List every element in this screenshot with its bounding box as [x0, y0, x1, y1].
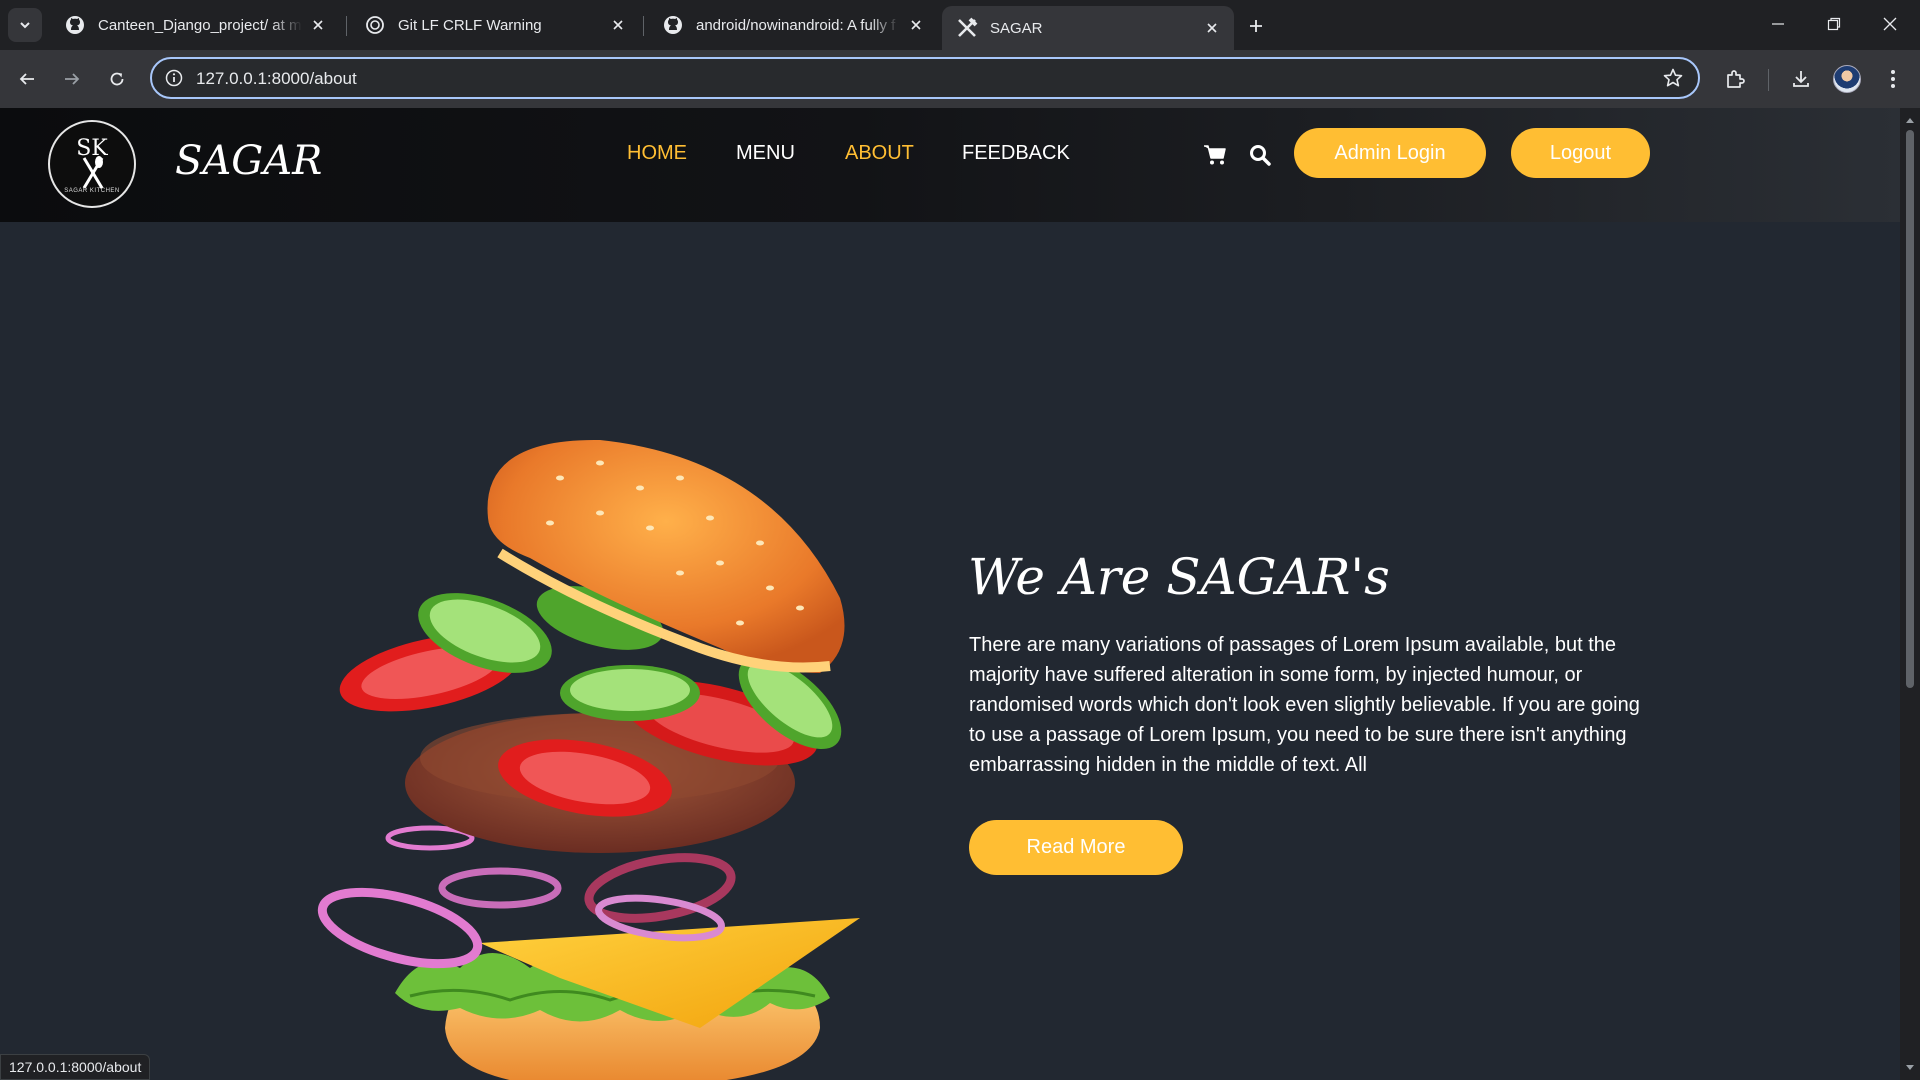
- about-heading: We Are SAGAR's: [968, 548, 1390, 606]
- plus-icon: [1250, 20, 1262, 32]
- tab-title: SAGAR: [990, 19, 1043, 37]
- scroll-down-arrow-icon[interactable]: [1904, 1062, 1916, 1074]
- chatgpt-icon: [364, 14, 386, 36]
- search-button[interactable]: [1245, 140, 1275, 170]
- minimize-icon: [1772, 23, 1784, 25]
- kebab-menu-icon: [1891, 70, 1895, 88]
- bookmark-star-icon[interactable]: [1662, 67, 1684, 94]
- burger-illustration: [317, 439, 860, 1080]
- scrollbar-thumb[interactable]: [1906, 130, 1914, 688]
- tab-title: android/nowinandroid: A fully f: [696, 16, 896, 34]
- search-icon: [1250, 145, 1271, 166]
- close-tab-icon[interactable]: [308, 15, 328, 35]
- restore-button[interactable]: [1806, 0, 1862, 48]
- browser-tab-2[interactable]: Git LF CRLF Warning: [350, 6, 640, 44]
- site-info-icon[interactable]: [164, 68, 184, 93]
- about-paragraph: There are many variations of passages of…: [969, 634, 1640, 776]
- browser-tab-1[interactable]: Canteen_Django_project/ at ma: [50, 6, 340, 44]
- nav-menu[interactable]: MENU: [736, 142, 795, 165]
- tab-separator: [346, 16, 347, 36]
- toolbar-separator: [1768, 69, 1769, 91]
- brand-name[interactable]: SAGAR: [175, 138, 322, 184]
- cart-button[interactable]: [1200, 140, 1230, 170]
- browser-toolbar: 127.0.0.1:8000/about: [0, 50, 1920, 108]
- browser-tab-3[interactable]: android/nowinandroid: A fully f: [648, 6, 938, 44]
- tab-separator: [643, 16, 644, 36]
- admin-login-button[interactable]: Admin Login: [1294, 128, 1486, 178]
- forward-button[interactable]: [55, 62, 89, 96]
- minimize-button[interactable]: [1750, 0, 1806, 48]
- status-bar-url: 127.0.0.1:8000/about: [0, 1054, 151, 1080]
- reload-icon: [110, 72, 124, 86]
- github-icon: [64, 14, 86, 36]
- profile-button[interactable]: [1830, 62, 1864, 96]
- restore-icon: [1827, 17, 1841, 31]
- new-tab-button[interactable]: [1242, 12, 1270, 40]
- reload-button[interactable]: [100, 62, 134, 96]
- tab-title: Git LF CRLF Warning: [398, 16, 542, 34]
- close-tab-icon[interactable]: [1202, 18, 1222, 38]
- address-bar[interactable]: 127.0.0.1:8000/about: [150, 57, 1700, 99]
- puzzle-icon: [1727, 70, 1745, 88]
- fork-spoon-icon: [82, 156, 104, 189]
- logout-button[interactable]: Logout: [1511, 128, 1650, 178]
- url-text[interactable]: 127.0.0.1:8000/about: [196, 69, 357, 89]
- download-icon: [1793, 71, 1809, 87]
- browser-tab-4[interactable]: SAGAR: [942, 6, 1234, 50]
- site-header: SK SAGAR KITCHEN SAGAR HOME MENU ABOUT F…: [0, 108, 1900, 222]
- nav-feedback[interactable]: FEEDBACK: [962, 142, 1070, 165]
- arrow-right-icon: [65, 73, 80, 85]
- page-viewport: SK SAGAR KITCHEN SAGAR HOME MENU ABOUT F…: [0, 108, 1900, 1080]
- arrow-left-icon: [19, 73, 34, 85]
- nav-home[interactable]: HOME: [627, 142, 687, 165]
- scroll-up-arrow-icon[interactable]: [1904, 114, 1916, 126]
- extensions-button[interactable]: [1718, 62, 1752, 96]
- chevron-down-icon: [20, 22, 30, 29]
- close-window-button[interactable]: [1862, 0, 1918, 48]
- back-button[interactable]: [10, 62, 44, 96]
- nav-about[interactable]: ABOUT: [845, 142, 914, 165]
- site-logo[interactable]: SK SAGAR KITCHEN: [48, 120, 136, 208]
- page-scrollbar[interactable]: [1900, 108, 1920, 1080]
- tab-strip: Canteen_Django_project/ at ma Git LF CRL…: [0, 0, 1920, 50]
- browser-menu-button[interactable]: [1876, 62, 1910, 96]
- downloads-button[interactable]: [1784, 62, 1818, 96]
- logo-subtext: SAGAR KITCHEN: [64, 188, 120, 194]
- avatar: [1833, 65, 1861, 93]
- read-more-button[interactable]: Read More: [969, 820, 1183, 875]
- github-icon: [662, 14, 684, 36]
- close-tab-icon[interactable]: [906, 15, 926, 35]
- crossed-utensils-icon: [956, 17, 978, 39]
- tab-title: Canteen_Django_project/ at ma: [98, 16, 302, 34]
- close-tab-icon[interactable]: [608, 15, 628, 35]
- tab-search-button[interactable]: [8, 8, 42, 42]
- cart-icon: [1204, 145, 1226, 165]
- close-icon: [1883, 17, 1897, 31]
